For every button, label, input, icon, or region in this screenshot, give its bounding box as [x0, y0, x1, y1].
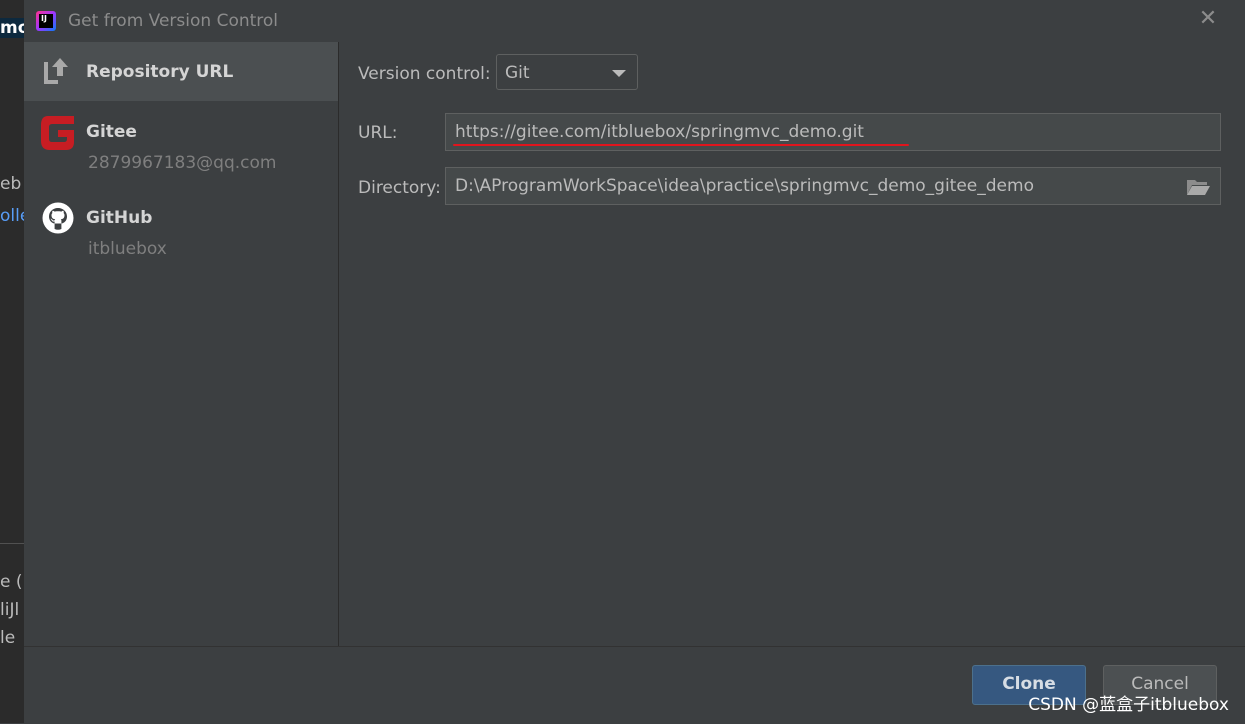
url-field[interactable] — [445, 113, 1221, 151]
sidebar-item-github[interactable]: GitHub itbluebox — [24, 186, 338, 271]
sidebar-item-label: Repository URL — [86, 62, 234, 82]
directory-field[interactable] — [445, 167, 1221, 205]
version-control-dropdown[interactable]: Git — [496, 54, 638, 90]
gitee-logo-icon — [41, 116, 74, 150]
ide-text-fragment: e ( — [0, 572, 23, 592]
repository-url-panel: Version control: Git URL: Directory: — [339, 42, 1245, 646]
ide-text-fragment: mo — [0, 18, 24, 38]
csdn-watermark: CSDN @蓝盒子itbluebox — [1028, 695, 1229, 715]
close-button[interactable]: ✕ — [1197, 8, 1219, 30]
directory-input[interactable] — [455, 168, 1175, 204]
intellij-idea-icon: IJ — [36, 11, 56, 31]
ide-text-fragment: liJl — [0, 600, 20, 620]
dialog-title: Get from Version Control — [68, 11, 279, 31]
github-logo-icon — [42, 202, 74, 234]
version-control-value: Git — [505, 63, 530, 83]
sidebar-item-account: 2879967183@qq.com — [88, 153, 277, 173]
ide-text-fragment: eb — [0, 174, 22, 194]
sidebar-item-label: GitHub — [86, 208, 153, 228]
ide-text-fragment: olle — [0, 206, 24, 226]
repository-url-icon — [44, 58, 68, 84]
dialog-title-bar[interactable]: IJ Get from Version Control ✕ — [24, 0, 1245, 42]
sidebar-item-gitee[interactable]: Gitee 2879967183@qq.com — [24, 101, 338, 186]
background-ide-window: mo eb olle e ( liJl le — [0, 0, 24, 723]
url-label: URL: — [358, 123, 398, 143]
ide-text-fragment: le — [0, 628, 16, 648]
url-red-underline-annotation — [453, 144, 909, 146]
sidebar-item-account: itbluebox — [88, 239, 167, 259]
vcs-source-sidebar: Repository URL Gitee 2879967183@qq.com G… — [24, 42, 339, 646]
version-control-label: Version control: — [358, 64, 491, 84]
sidebar-item-label: Gitee — [86, 122, 137, 142]
ide-divider — [0, 543, 24, 544]
sidebar-item-repository-url[interactable]: Repository URL — [24, 42, 338, 101]
close-icon: ✕ — [1198, 6, 1218, 31]
chevron-down-icon — [612, 70, 626, 77]
directory-label: Directory: — [358, 178, 441, 198]
get-from-vcs-dialog: IJ Get from Version Control ✕ Repository… — [24, 0, 1245, 724]
folder-browse-icon[interactable] — [1186, 178, 1210, 196]
